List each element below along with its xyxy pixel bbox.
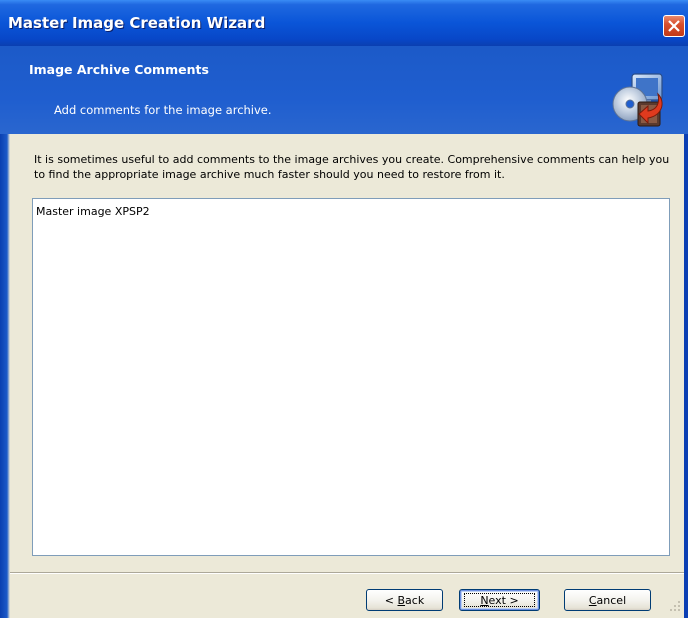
- back-label-rest: ack: [405, 593, 425, 607]
- next-mnemonic: N: [480, 593, 489, 607]
- back-prefix: <: [384, 593, 398, 607]
- resize-grip-icon[interactable]: [668, 598, 682, 612]
- right-frame-border: [684, 134, 688, 618]
- wizard-header: Image Archive Comments Add comments for …: [0, 46, 688, 134]
- cancel-button[interactable]: Cancel: [564, 589, 651, 611]
- next-label-rest: ext >: [488, 593, 519, 607]
- image-archive-icon: [608, 72, 668, 132]
- next-button[interactable]: Next >: [459, 589, 540, 611]
- title-bar[interactable]: Master Image Creation Wizard: [0, 0, 688, 46]
- page-title: Image Archive Comments: [29, 62, 209, 77]
- back-mnemonic: B: [397, 593, 406, 607]
- cancel-label-rest: ancel: [596, 593, 627, 607]
- wizard-window: Master Image Creation Wizard Image Archi…: [0, 0, 688, 618]
- button-separator: [10, 572, 684, 574]
- comments-textarea[interactable]: Master image XPSP2: [32, 198, 670, 556]
- page-subtitle: Add comments for the image archive.: [54, 103, 272, 117]
- left-frame-border: [0, 134, 10, 618]
- close-button[interactable]: [663, 15, 685, 37]
- window-title: Master Image Creation Wizard: [8, 14, 266, 32]
- back-button[interactable]: < Back: [366, 589, 443, 611]
- cancel-mnemonic: C: [588, 593, 597, 607]
- instructions-text: It is sometimes useful to add comments t…: [34, 153, 670, 181]
